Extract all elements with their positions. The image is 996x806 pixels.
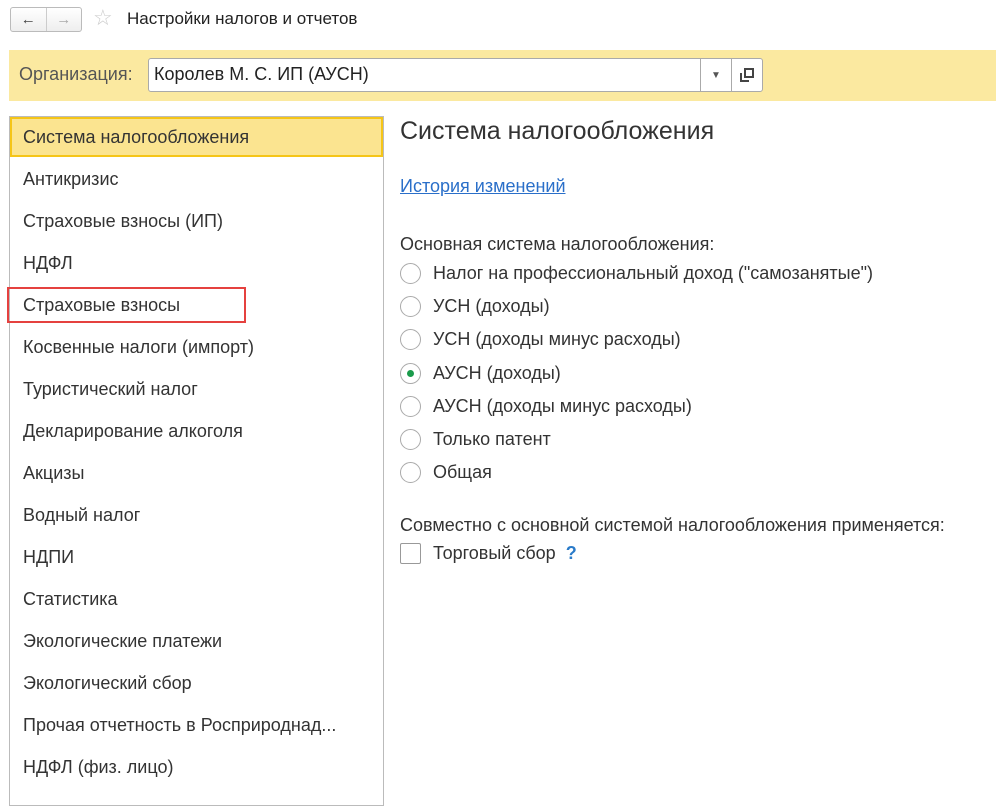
trade-fee-checkbox-row[interactable]: Торговый сбор ?: [400, 543, 577, 564]
tax-system-option[interactable]: Налог на профессиональный доход ("самоза…: [400, 263, 873, 284]
tax-system-label: Основная система налогообложения:: [400, 234, 715, 254]
sidebar-item[interactable]: Экологические платежи: [10, 621, 383, 661]
sidebar-item[interactable]: НДФЛ: [10, 243, 383, 283]
radio-button[interactable]: [400, 263, 421, 284]
window-title: Настройки налогов и отчетов: [127, 9, 358, 28]
combined-label: Совместно с основной системой налогообло…: [400, 515, 945, 535]
tax-system-option[interactable]: АУСН (доходы минус расходы): [400, 395, 692, 417]
back-button[interactable]: ←: [11, 8, 46, 31]
option-label: УСН (доходы): [433, 296, 550, 317]
tax-system-option[interactable]: УСН (доходы минус расходы): [400, 329, 681, 351]
option-label: УСН (доходы минус расходы): [433, 329, 681, 350]
radio-button[interactable]: [400, 362, 421, 384]
sidebar-item[interactable]: НДФЛ (физ. лицо): [10, 747, 383, 787]
forward-button[interactable]: →: [45, 8, 82, 31]
tax-system-option[interactable]: АУСН (доходы): [400, 362, 561, 384]
dropdown-arrow-icon[interactable]: ▼: [700, 59, 731, 91]
radio-button[interactable]: [400, 462, 421, 484]
sidebar-item[interactable]: Система налогообложения: [10, 117, 383, 157]
history-link[interactable]: История изменений: [400, 176, 566, 197]
sidebar-item[interactable]: Акцизы: [10, 453, 383, 493]
tax-system-option[interactable]: УСН (доходы): [400, 296, 550, 318]
sidebar-item[interactable]: Туристический налог: [10, 369, 383, 409]
radio-button[interactable]: [400, 429, 421, 450]
sidebar-item[interactable]: Прочая отчетность в Росприроднад...: [10, 705, 383, 745]
option-label: АУСН (доходы минус расходы): [433, 395, 692, 416]
sidebar-item[interactable]: Декларирование алкоголя: [10, 411, 383, 451]
tax-system-option[interactable]: Общая: [400, 462, 492, 484]
page-title: Система налогообложения: [400, 117, 715, 145]
organization-label: Организация:: [19, 64, 133, 84]
option-label: АУСН (доходы): [433, 362, 561, 383]
option-label: Налог на профессиональный доход ("самоза…: [433, 263, 873, 283]
help-icon[interactable]: ?: [566, 543, 577, 564]
favorite-star-icon[interactable]: ☆: [93, 5, 113, 31]
sidebar-item[interactable]: Страховые взносы (ИП): [10, 201, 383, 241]
radio-button[interactable]: [400, 329, 421, 351]
option-label: Только патент: [433, 429, 551, 449]
sections-list: Система налогообложения Антикризис Страхов…: [9, 116, 384, 806]
sidebar-item[interactable]: Антикризис: [10, 159, 383, 199]
tax-system-option[interactable]: Только патент: [400, 429, 551, 450]
sidebar-item[interactable]: Статистика: [10, 579, 383, 619]
navigation-buttons: ← →: [10, 7, 82, 32]
radio-button[interactable]: [400, 395, 421, 417]
sidebar-item[interactable]: Водный налог: [10, 495, 383, 535]
option-label: Общая: [433, 462, 492, 483]
organization-field[interactable]: Королев М. С. ИП (АУСН) ▼: [148, 58, 763, 92]
trade-fee-checkbox[interactable]: [400, 543, 421, 564]
sidebar-item[interactable]: НДПИ: [10, 537, 383, 577]
trade-fee-label: Торговый сбор: [433, 543, 556, 563]
radio-button[interactable]: [400, 296, 421, 318]
open-icon[interactable]: [731, 59, 762, 91]
organization-value[interactable]: Королев М. С. ИП (АУСН): [149, 59, 700, 91]
sidebar-item[interactable]: Косвенные налоги (импорт): [10, 327, 383, 367]
sidebar-item[interactable]: Экологический сбор: [10, 663, 383, 703]
highlight-box: [7, 287, 246, 323]
